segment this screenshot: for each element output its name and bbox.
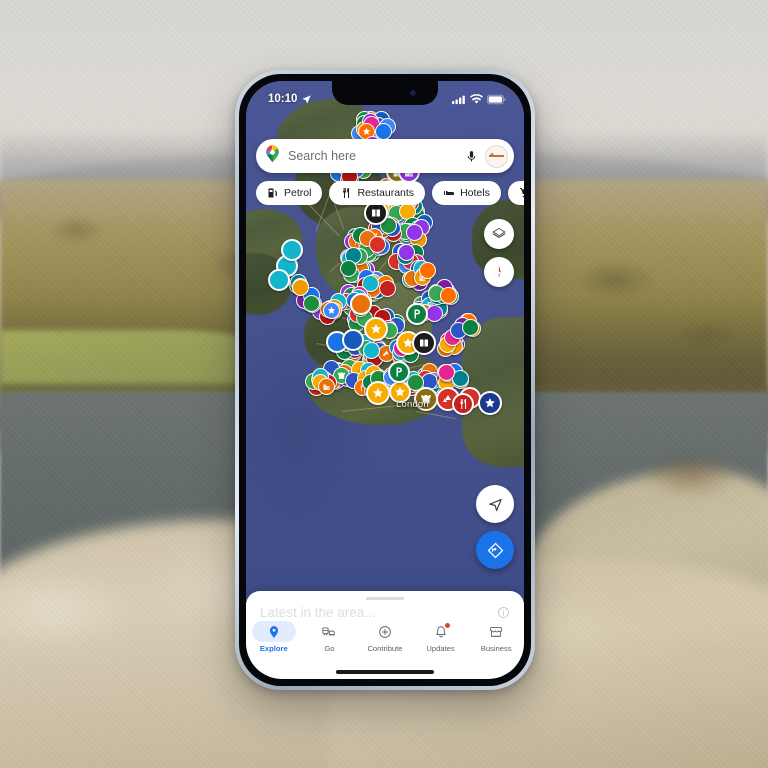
hotel-bed-icon bbox=[444, 191, 455, 195]
nav-business-icon-wrap bbox=[474, 621, 518, 642]
map-pin[interactable] bbox=[406, 303, 428, 325]
profile-avatar[interactable] bbox=[485, 144, 508, 168]
map-pin[interactable] bbox=[292, 279, 309, 296]
chip-restaurants-label: Restaurants bbox=[357, 187, 415, 199]
my-location-button[interactable] bbox=[476, 485, 514, 523]
battery-icon bbox=[487, 94, 506, 104]
phone-mockup: London Google mi 100 km bbox=[235, 70, 535, 690]
map-pin[interactable] bbox=[323, 302, 340, 319]
map-label-london: London bbox=[396, 399, 429, 410]
fuel-pump-icon bbox=[268, 188, 277, 198]
cellular-signal-icon bbox=[452, 95, 465, 104]
map-layers-button[interactable] bbox=[484, 219, 514, 249]
map-pin[interactable] bbox=[281, 239, 303, 261]
nav-item-business[interactable]: Business bbox=[470, 621, 522, 653]
landmark-pin[interactable] bbox=[412, 331, 436, 355]
chip-petrol-label: Petrol bbox=[284, 187, 312, 199]
map-pin[interactable] bbox=[303, 295, 320, 312]
chip-hotels-label: Hotels bbox=[460, 187, 490, 199]
restaurant-icon bbox=[343, 188, 350, 198]
chip-petrol[interactable]: Petrol bbox=[256, 181, 323, 205]
map-pin[interactable] bbox=[364, 317, 388, 341]
nav-go-label: Go bbox=[324, 644, 335, 653]
home-indicator bbox=[336, 670, 434, 674]
compass-icon bbox=[497, 266, 501, 278]
map-compass-button[interactable] bbox=[484, 257, 514, 287]
map-pin[interactable] bbox=[440, 287, 457, 304]
search-input[interactable]: Search here bbox=[288, 149, 458, 163]
nav-item-contribute[interactable]: Contribute bbox=[359, 621, 411, 653]
chip-groceries[interactable]: Groc bbox=[507, 181, 524, 205]
plus-circle-icon bbox=[379, 625, 391, 638]
phone-notch bbox=[332, 81, 438, 105]
search-bar[interactable]: Search here bbox=[256, 139, 514, 173]
map-pin[interactable] bbox=[318, 378, 335, 395]
commute-icon bbox=[322, 626, 336, 636]
nav-contribute-label: Contribute bbox=[367, 644, 403, 653]
google-maps-pin-icon bbox=[266, 145, 279, 163]
front-camera bbox=[410, 90, 416, 96]
map-pin[interactable] bbox=[342, 329, 364, 351]
map-pin[interactable] bbox=[426, 305, 443, 322]
status-bar-right bbox=[452, 93, 506, 105]
map-pin[interactable] bbox=[452, 393, 474, 415]
my-location-icon bbox=[488, 498, 502, 511]
directions-button[interactable] bbox=[476, 531, 514, 569]
bottom-navigation-bar[interactable]: Explore Go Contribute Updates Business bbox=[246, 619, 524, 665]
map-pin[interactable] bbox=[478, 391, 502, 415]
map-pin[interactable] bbox=[462, 319, 479, 336]
map-pin[interactable] bbox=[388, 361, 410, 383]
map-layers-icon bbox=[492, 228, 506, 238]
updates-badge-dot bbox=[444, 623, 450, 628]
location-arrow-icon bbox=[302, 94, 312, 104]
nav-item-explore[interactable]: Explore bbox=[248, 621, 300, 653]
map-pin[interactable] bbox=[419, 262, 436, 279]
nav-contribute-icon-wrap bbox=[363, 621, 407, 642]
map-pin[interactable] bbox=[406, 224, 423, 241]
nav-item-go[interactable]: Go bbox=[303, 621, 355, 653]
map-pin[interactable] bbox=[350, 293, 372, 315]
nav-updates-icon-wrap bbox=[419, 621, 463, 642]
shopping-cart-icon bbox=[519, 188, 524, 198]
latest-in-area-row[interactable]: Latest in the area... bbox=[246, 600, 524, 620]
chip-restaurants[interactable]: Restaurants bbox=[329, 181, 426, 205]
map-pin[interactable] bbox=[340, 260, 357, 277]
map-pin[interactable] bbox=[366, 381, 390, 405]
map-pin[interactable] bbox=[379, 280, 396, 297]
nav-go-icon-wrap bbox=[307, 621, 351, 642]
map-pin[interactable] bbox=[438, 364, 455, 381]
directions-icon bbox=[487, 542, 503, 558]
phone-bezel: London Google mi 100 km bbox=[239, 74, 531, 686]
nav-business-label: Business bbox=[480, 644, 512, 653]
info-icon[interactable] bbox=[497, 606, 510, 619]
storefront-icon bbox=[489, 626, 503, 637]
status-bar-left: 10:10 bbox=[268, 93, 312, 105]
map-pin[interactable] bbox=[369, 236, 386, 253]
phone-screen: London Google mi 100 km bbox=[246, 81, 524, 679]
avatar-image bbox=[489, 152, 504, 160]
nav-item-updates[interactable]: Updates bbox=[415, 621, 467, 653]
nav-explore-icon-wrap bbox=[251, 621, 296, 642]
nav-explore-label: Explore bbox=[259, 644, 288, 653]
map-pin-icon bbox=[269, 625, 278, 638]
category-chips-row[interactable]: Petrol Restaurants Hotels bbox=[256, 181, 524, 205]
chip-hotels[interactable]: Hotels bbox=[432, 181, 501, 205]
status-time: 10:10 bbox=[268, 93, 298, 105]
microphone-icon[interactable] bbox=[465, 148, 478, 165]
nav-updates-label: Updates bbox=[426, 644, 455, 653]
foreground-vegetation bbox=[600, 430, 768, 520]
map-pin[interactable] bbox=[363, 342, 380, 359]
bottom-sheet[interactable]: Latest in the area... Explore Go Contrib… bbox=[246, 591, 524, 679]
wifi-icon bbox=[470, 93, 483, 104]
map-pin[interactable] bbox=[268, 269, 290, 291]
latest-in-area-text: Latest in the area... bbox=[260, 605, 376, 620]
map-pin[interactable] bbox=[398, 244, 415, 261]
